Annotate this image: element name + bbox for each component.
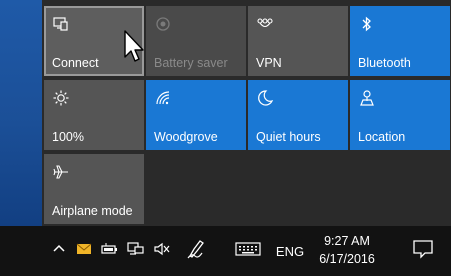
input-language-label: ENG (275, 243, 305, 259)
location-icon (358, 89, 376, 107)
volume-tray-button[interactable] (150, 226, 174, 276)
tile-airplane-mode[interactable]: Airplane mode (44, 154, 144, 224)
windows-ink-button[interactable] (184, 226, 210, 276)
tile-location-label: Location (358, 129, 406, 144)
network-tray-button[interactable] (124, 226, 148, 276)
battery-tray-button[interactable] (98, 226, 122, 276)
tile-vpn[interactable]: VPN (248, 6, 348, 76)
chevron-up-icon (52, 242, 66, 261)
tile-quiet-hours[interactable]: Quiet hours (248, 80, 348, 150)
tile-battery-saver[interactable]: Battery saver (146, 6, 246, 76)
cast-icon (52, 15, 70, 33)
tile-bluetooth[interactable]: Bluetooth (350, 6, 450, 76)
moon-icon (256, 89, 274, 107)
touch-keyboard-button[interactable] (232, 226, 264, 276)
clock-time: 9:27 AM (324, 234, 370, 248)
tile-battery-saver-label: Battery saver (154, 55, 228, 70)
action-center-quick-actions: Connect Battery saver VPN Bluetooth 100%… (42, 0, 451, 226)
tile-quiet-hours-label: Quiet hours (256, 129, 321, 144)
battery-saver-icon (154, 15, 172, 33)
desktop-background (0, 0, 42, 226)
tile-bluetooth-label: Bluetooth (358, 55, 411, 70)
action-center-icon (412, 239, 434, 264)
airplane-icon (52, 163, 70, 181)
tile-location[interactable]: Location (350, 80, 450, 150)
taskbar: ENG 9:27 AM 6/17/2016 (0, 226, 451, 276)
network-icon (127, 241, 145, 262)
keyboard-icon (235, 241, 261, 262)
mail-icon (76, 242, 92, 261)
tile-connect-label: Connect (52, 55, 99, 70)
tile-brightness-label: 100% (52, 129, 84, 144)
wifi-icon (154, 89, 172, 107)
pen-icon (186, 238, 208, 265)
tile-wifi[interactable]: Woodgrove (146, 80, 246, 150)
vpn-icon (256, 15, 274, 33)
mouse-cursor-icon (124, 30, 144, 62)
bluetooth-icon (358, 15, 376, 33)
input-language-button[interactable]: ENG (272, 226, 308, 276)
tile-wifi-label: Woodgrove (154, 129, 218, 144)
clock-date: 6/17/2016 (319, 252, 375, 266)
clock-button[interactable]: 9:27 AM 6/17/2016 (316, 232, 378, 272)
tile-airplane-mode-label: Airplane mode (52, 203, 133, 218)
tile-vpn-label: VPN (256, 55, 282, 70)
screen: Connect Battery saver VPN Bluetooth 100%… (0, 0, 451, 276)
show-hidden-icons-button[interactable] (48, 226, 70, 276)
action-center-button[interactable] (408, 226, 438, 276)
brightness-icon (52, 89, 70, 107)
volume-muted-icon (153, 241, 171, 262)
battery-icon (101, 242, 119, 261)
mail-tray-button[interactable] (72, 226, 96, 276)
tile-brightness[interactable]: 100% (44, 80, 144, 150)
